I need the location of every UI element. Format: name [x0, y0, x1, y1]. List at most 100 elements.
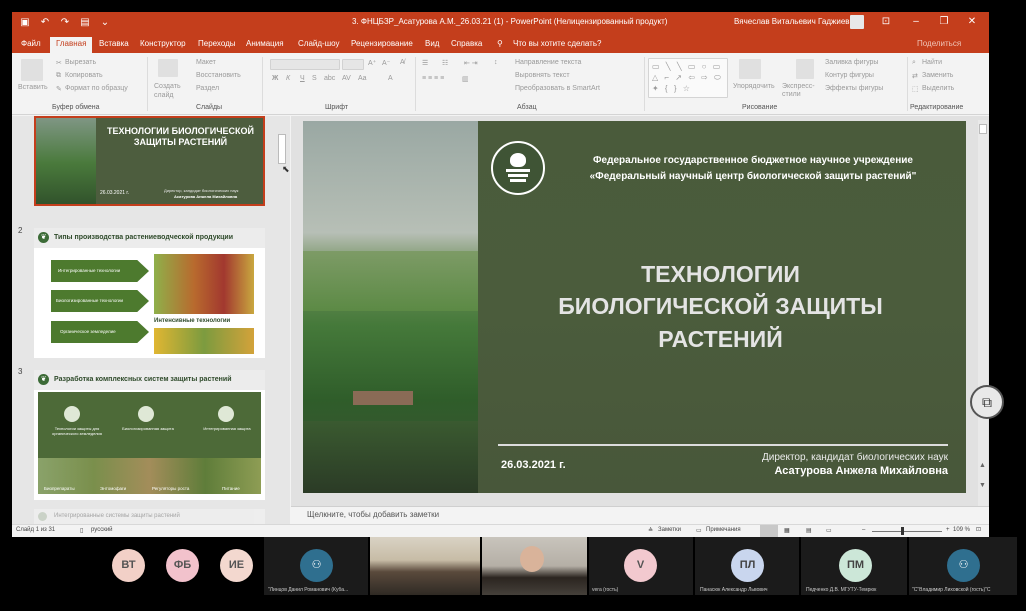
- zoom-slider-thumb[interactable]: [901, 527, 904, 535]
- clear-format-icon[interactable]: A̸: [400, 59, 405, 66]
- participant-ie[interactable]: ИЕ: [220, 549, 253, 582]
- font-color-icon[interactable]: A: [388, 75, 393, 82]
- quick-styles-button[interactable]: Экспресс-стили: [782, 83, 826, 99]
- slide-thumb-3[interactable]: ❦ Разработка комплексных систем защиты р…: [34, 370, 265, 500]
- zoom-level[interactable]: 109 %: [953, 527, 970, 533]
- participant-fb[interactable]: ФБ: [166, 549, 199, 582]
- replace-button[interactable]: Заменить: [922, 72, 953, 79]
- align-icons[interactable]: ≡ ≡ ≡ ≡: [422, 75, 444, 82]
- close-icon[interactable]: ✕: [964, 15, 980, 29]
- undo-icon[interactable]: ↶: [38, 16, 52, 30]
- smartart-button[interactable]: Преобразовать в SmartArt: [515, 85, 600, 92]
- tab-insert[interactable]: Вставка: [99, 39, 129, 48]
- scroll-up-icon[interactable]: ▲: [979, 462, 986, 469]
- reading-view-icon[interactable]: ▤: [806, 527, 812, 534]
- current-slide[interactable]: Федеральное государственное бюджетное на…: [303, 121, 966, 493]
- tab-view[interactable]: Вид: [425, 39, 439, 48]
- slide-thumbnails-pane[interactable]: ТЕХНОЛОГИИ БИОЛОГИЧЕСКОЙ ЗАЩИТЫ РАСТЕНИЙ…: [12, 116, 290, 524]
- slide-thumb-1[interactable]: ТЕХНОЛОГИИ БИОЛОГИЧЕСКОЙ ЗАЩИТЫ РАСТЕНИЙ…: [34, 116, 265, 206]
- editor-scrollbar[interactable]: [978, 120, 988, 506]
- arrange-button[interactable]: Упорядочить: [733, 83, 775, 90]
- zoom-out-icon[interactable]: –: [862, 527, 865, 533]
- slide-sorter-icon[interactable]: ▦: [784, 527, 790, 534]
- tab-help[interactable]: Справка: [451, 39, 482, 48]
- redo-icon[interactable]: ↷: [58, 16, 72, 30]
- thumb-1-title: ТЕХНОЛОГИИ БИОЛОГИЧЕСКОЙ ЗАЩИТЫ РАСТЕНИЙ: [106, 126, 255, 147]
- indent-icon[interactable]: ⇤ ⇥: [464, 59, 478, 67]
- zoom-in-icon[interactable]: +: [946, 527, 950, 533]
- tab-review[interactable]: Рецензирование: [351, 39, 413, 48]
- text-direction-button[interactable]: Направление текста: [515, 59, 581, 66]
- normal-view-icon[interactable]: [760, 525, 778, 537]
- user-avatar[interactable]: [850, 15, 864, 29]
- font-shrink-icon[interactable]: A⁻: [382, 59, 390, 67]
- find-button[interactable]: Найти: [922, 59, 942, 66]
- save-icon[interactable]: ▣: [18, 16, 32, 30]
- comments-button[interactable]: Примечания: [706, 527, 741, 533]
- participant-video-conference-room[interactable]: [370, 537, 480, 595]
- bullets-icon[interactable]: ☰: [422, 59, 428, 67]
- tell-me-search[interactable]: Что вы хотите сделать?: [513, 39, 601, 48]
- shape-fill-button[interactable]: Заливка фигуры: [825, 59, 878, 66]
- maximize-icon[interactable]: ❐: [936, 15, 952, 29]
- strikethrough-icon[interactable]: abc: [324, 75, 335, 82]
- participant-vt[interactable]: ВТ: [112, 549, 145, 582]
- tab-design[interactable]: Конструктор: [140, 39, 186, 48]
- font-name-select[interactable]: [270, 59, 340, 70]
- align-text-button[interactable]: Выровнять текст: [515, 72, 570, 79]
- spellcheck-icon[interactable]: ▯: [80, 527, 83, 534]
- share-button[interactable]: Поделиться: [917, 39, 961, 48]
- minimize-icon[interactable]: –: [908, 15, 924, 29]
- quick-styles-icon[interactable]: [796, 59, 814, 79]
- fit-slide-icon[interactable]: ⊡: [976, 526, 981, 533]
- shadow-icon[interactable]: S: [312, 75, 317, 82]
- tab-transitions[interactable]: Переходы: [198, 39, 236, 48]
- bold-icon[interactable]: Ж: [272, 75, 278, 82]
- paste-icon[interactable]: [21, 59, 43, 81]
- underline-icon[interactable]: Ч: [300, 75, 305, 82]
- tab-animations[interactable]: Анимация: [246, 39, 284, 48]
- cut-button[interactable]: Вырезать: [65, 59, 96, 66]
- copy-button[interactable]: Копировать: [65, 72, 103, 79]
- font-grow-icon[interactable]: A⁺: [368, 59, 376, 67]
- language-indicator[interactable]: русский: [91, 527, 113, 533]
- change-case-icon[interactable]: Aa: [358, 75, 367, 82]
- notes-pane[interactable]: Щелкните, чтобы добавить заметки: [291, 506, 989, 524]
- new-slide-icon[interactable]: [158, 59, 178, 77]
- layout-button[interactable]: Макет: [196, 59, 216, 66]
- user-name[interactable]: Вячеслав Витальевич Гаджиев: [734, 17, 850, 26]
- shape-effects-button[interactable]: Эффекты фигуры: [825, 85, 883, 92]
- numbering-icon[interactable]: ☷: [442, 59, 448, 67]
- section-button[interactable]: Раздел: [196, 85, 219, 92]
- paste-button[interactable]: Вставить: [18, 84, 48, 91]
- logo-bar: [508, 174, 528, 177]
- customize-toolbar-icon[interactable]: ⌄: [98, 16, 112, 30]
- font-size-select[interactable]: [342, 59, 364, 70]
- new-slide-button[interactable]: Создать слайд: [154, 82, 186, 100]
- ribbon-display-icon[interactable]: ⊡: [878, 15, 894, 29]
- tab-file[interactable]: Файл: [21, 39, 41, 48]
- format-painter-button[interactable]: Формат по образцу: [65, 85, 128, 92]
- start-slideshow-icon[interactable]: ▤: [78, 16, 92, 30]
- reset-button[interactable]: Восстановить: [196, 72, 241, 79]
- notes-toggle-button[interactable]: Заметки: [658, 527, 681, 533]
- shape-outline-button[interactable]: Контур фигуры: [825, 72, 874, 79]
- thumbnail-scrollbar[interactable]: [276, 116, 288, 524]
- zoom-slider[interactable]: [872, 531, 942, 532]
- slide-thumb-4[interactable]: Интегрированные системы защиты растений: [34, 509, 265, 524]
- tab-slideshow[interactable]: Слайд-шоу: [298, 39, 339, 48]
- select-button[interactable]: Выделить: [922, 85, 954, 92]
- scroll-down-icon[interactable]: ▼: [979, 482, 986, 489]
- italic-icon[interactable]: К: [286, 75, 290, 82]
- screen-share-toggle-icon[interactable]: ⧉: [970, 385, 1004, 419]
- thumbnail-scroll-thumb[interactable]: [278, 134, 286, 164]
- columns-icon[interactable]: ▥: [462, 75, 469, 83]
- editor-scroll-thumb[interactable]: [979, 124, 987, 134]
- slideshow-view-icon[interactable]: ▭: [826, 527, 832, 534]
- notes-placeholder[interactable]: Щелкните, чтобы добавить заметки: [307, 510, 439, 519]
- line-spacing-icon[interactable]: ↕: [494, 59, 498, 66]
- slide-thumb-2[interactable]: ❦ Типы производства растениеводческой пр…: [34, 228, 265, 358]
- arrange-icon[interactable]: [739, 59, 761, 79]
- char-spacing-icon[interactable]: AV: [342, 75, 351, 82]
- tab-home[interactable]: Главная: [50, 37, 93, 53]
